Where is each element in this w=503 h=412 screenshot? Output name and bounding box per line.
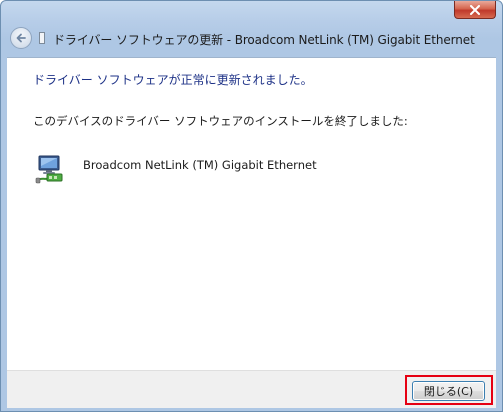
install-message: このデバイスのドライバー ソフトウェアのインストールを終了しました: <box>33 114 408 128</box>
back-arrow-icon <box>16 33 26 43</box>
title-row: ドライバー ソフトウェアの更新 - Broadcom NetLink (TM) … <box>1 25 502 53</box>
device-manager-icon <box>39 32 45 44</box>
close-button[interactable]: 閉じる(C) <box>412 381 485 401</box>
close-button-label: 閉じる(C) <box>423 385 474 398</box>
device-name: Broadcom NetLink (TM) Gigabit Ethernet <box>83 158 317 172</box>
driver-update-window: ドライバー ソフトウェアの更新 - Broadcom NetLink (TM) … <box>0 0 503 412</box>
close-icon <box>470 4 480 15</box>
network-adapter-icon <box>35 155 63 184</box>
device-row: Broadcom NetLink (TM) Gigabit Ethernet <box>33 153 433 185</box>
window-close-button[interactable] <box>454 1 496 19</box>
back-button[interactable] <box>10 27 32 49</box>
window-title: ドライバー ソフトウェアの更新 - Broadcom NetLink (TM) … <box>53 33 475 47</box>
footer-bar: 閉じる(C) <box>7 370 496 408</box>
success-heading: ドライバー ソフトウェアが正常に更新されました。 <box>33 73 313 87</box>
content-panel: ドライバー ソフトウェアが正常に更新されました。 このデバイスのドライバー ソフ… <box>7 57 496 371</box>
